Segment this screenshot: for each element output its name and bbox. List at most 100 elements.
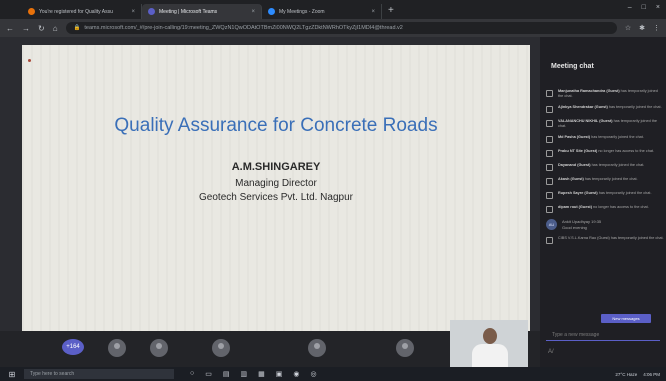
event-text: no longer has access to the chat. — [598, 149, 655, 153]
browser-toolbar-icons: ☆ ✱ ⋮ — [625, 24, 660, 32]
tab-favicon — [28, 8, 35, 15]
person-head — [483, 328, 497, 344]
system-event-icon — [546, 90, 553, 97]
presenter-company: Geotech Services Pvt. Ltd. Nagpur — [199, 192, 353, 203]
reload-icon[interactable]: ↻ — [38, 24, 45, 33]
participant-avatar[interactable] — [108, 339, 126, 357]
star-icon[interactable]: ☆ — [625, 24, 631, 32]
task-view-icon[interactable]: ▭ — [205, 370, 212, 378]
teams-icon — [148, 8, 155, 15]
self-video-feed[interactable] — [450, 320, 528, 367]
event-name: Md Pasha (Guest) — [558, 135, 591, 139]
file-explorer-icon[interactable]: ▤ — [223, 370, 230, 378]
system-event-icon — [546, 164, 553, 171]
chat-compose-input[interactable]: Type a new message — [546, 329, 660, 341]
extensions-icon[interactable]: ✱ — [639, 24, 645, 32]
tab-teams-meeting[interactable]: Meeting | Microsoft Teams × — [142, 4, 262, 19]
chat-message: AU Ankit Upadhyay 19:35 Good evening — [546, 219, 664, 231]
chat-message-list[interactable]: Manjunatha Ramachandra (Guest) has tempo… — [546, 89, 664, 250]
chat-event: Ajinkya Shendrakar (Guest) has temporari… — [546, 105, 664, 113]
minimize-button[interactable]: – — [628, 4, 632, 11]
avatar: AU — [546, 219, 557, 230]
close-icon[interactable]: × — [131, 9, 135, 15]
url-text: teams.microsoft.com/_#/pre-join-calling/… — [84, 25, 403, 31]
participant-avatar[interactable] — [212, 339, 230, 357]
event-text: no longer has access to the chat. — [593, 205, 649, 209]
event-text: has temporarily joined the chat. — [608, 105, 662, 109]
taskbar-search-box[interactable]: Type here to search — [24, 369, 174, 379]
zoom-icon — [268, 8, 275, 15]
event-text: CIBS V.S.L.Karna Rao (Guest) has tempora… — [558, 236, 664, 240]
event-name: Ajinkya Shendrakar (Guest) — [558, 105, 608, 109]
chat-event: CIBS V.S.L.Karna Rao (Guest) has tempora… — [546, 236, 664, 244]
lock-icon: 🔒 — [73, 25, 81, 31]
participant-avatar[interactable] — [150, 339, 168, 357]
meeting-chat-panel: Meeting chat Manjunatha Ramachandra (Gue… — [540, 37, 666, 367]
menu-icon[interactable]: ⋮ — [653, 24, 660, 32]
shared-slide: Quality Assurance for Concrete Roads A.M… — [22, 45, 530, 331]
word-icon[interactable]: ▦ — [258, 370, 265, 378]
tab-registration[interactable]: You're registered for Quality Assu × — [22, 4, 142, 19]
format-icon[interactable]: A/ — [548, 349, 554, 355]
participant-avatar[interactable] — [396, 339, 414, 357]
chat-event: Dayanand (Guest) has temporarily joined … — [546, 163, 664, 171]
system-event-icon — [546, 150, 553, 157]
system-event-icon — [546, 106, 553, 113]
chrome-icon[interactable]: ◉ — [293, 370, 299, 378]
event-name: dipam rout (Guest) — [558, 205, 592, 209]
whatsapp-icon[interactable]: ◎ — [310, 370, 316, 378]
weather-text[interactable]: 27°C Haze — [615, 372, 637, 377]
powerpoint-icon[interactable]: ▣ — [276, 370, 283, 378]
new-tab-button[interactable]: + — [382, 4, 400, 19]
maximize-button[interactable]: □ — [642, 4, 646, 11]
system-event-icon — [546, 178, 553, 185]
event-name: Prabu NT Site (Guest) — [558, 149, 598, 153]
tab-title: Meeting | Microsoft Teams — [159, 8, 218, 15]
system-event-icon — [546, 192, 553, 199]
forward-icon[interactable]: → — [22, 24, 30, 33]
new-messages-button[interactable]: New messages — [601, 314, 651, 323]
system-tray: 27°C Haze 4:06 PM — [615, 372, 666, 377]
presenter-name: A.M.SHINGAREY — [231, 161, 321, 173]
slide-title: Quality Assurance for Concrete Roads — [114, 115, 438, 136]
participant-avatar[interactable] — [308, 339, 326, 357]
event-text: has temporarily joined the chat. — [591, 135, 644, 139]
event-name: Akash (Guest) — [558, 177, 584, 181]
cortana-icon[interactable]: ○ — [190, 370, 194, 378]
event-text: has temporarily joined the chat. — [591, 163, 645, 167]
system-event-icon — [546, 136, 553, 143]
system-event-icon — [546, 237, 553, 244]
presenter-role: Managing Director — [235, 178, 317, 189]
chat-event: Manjunatha Ramachandra (Guest) has tempo… — [546, 89, 664, 99]
address-bar-row: ← → ↻ ⌂ 🔒 teams.microsoft.com/_#/pre-join… — [0, 19, 666, 37]
slide-marker — [28, 59, 31, 62]
participant-overflow-count[interactable]: +164 — [62, 339, 84, 355]
meeting-stage: Quality Assurance for Concrete Roads A.M… — [0, 37, 540, 367]
close-icon[interactable]: × — [371, 9, 375, 15]
chat-event: Prabu NT Site (Guest) no longer has acce… — [546, 149, 664, 157]
url-field[interactable]: 🔒 teams.microsoft.com/_#/pre-join-calling… — [65, 22, 617, 34]
tab-zoom-meetings[interactable]: My Meetings - Zoom × — [262, 4, 382, 19]
event-name: Manjunatha Ramachandra (Guest) — [558, 89, 620, 93]
close-window-button[interactable]: × — [656, 4, 660, 11]
message-text: Good evening — [562, 225, 587, 230]
person-body — [472, 344, 508, 367]
windows-start-icon[interactable]: ⊞ — [0, 370, 24, 379]
system-event-icon — [546, 206, 553, 213]
event-name: VALANANCHU NIKHIL (Guest) — [558, 119, 613, 123]
back-icon[interactable]: ← — [6, 24, 14, 33]
excel-icon[interactable]: ▥ — [240, 370, 247, 378]
tab-title: You're registered for Quality Assu — [39, 8, 113, 15]
clock-text[interactable]: 4:06 PM — [643, 372, 660, 377]
event-name: Rupesh Sayre (Guest) — [558, 191, 598, 195]
chat-title: Meeting chat — [551, 63, 594, 70]
home-icon[interactable]: ⌂ — [53, 24, 58, 33]
close-icon[interactable]: × — [251, 9, 255, 15]
browser-tab-strip: You're registered for Quality Assu × Mee… — [0, 0, 666, 19]
chat-event: Akash (Guest) has temporarily joined the… — [546, 177, 664, 185]
sender-name: Ankit Upadhyay — [562, 219, 591, 224]
chat-event: Rupesh Sayre (Guest) has temporarily joi… — [546, 191, 664, 199]
chat-event: dipam rout (Guest) no longer has access … — [546, 205, 664, 213]
taskbar-apps: ○ ▭ ▤ ▥ ▦ ▣ ◉ ◎ — [190, 370, 317, 378]
window-controls: – □ × — [628, 4, 660, 11]
